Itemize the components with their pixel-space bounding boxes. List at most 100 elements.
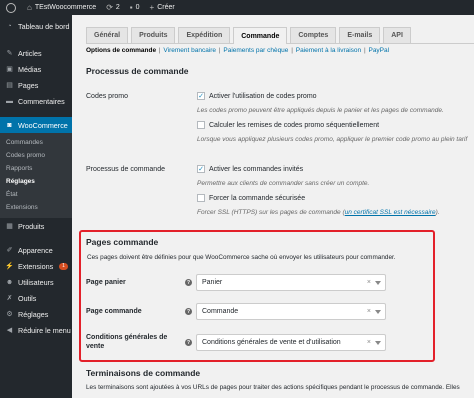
- new-content-link[interactable]: + Créer: [145, 3, 180, 12]
- submenu-item-etat[interactable]: État: [0, 188, 72, 201]
- help-icon[interactable]: ?: [185, 308, 192, 315]
- submenu-item-reglages[interactable]: Réglages: [0, 175, 72, 188]
- chevron-down-icon: [375, 309, 381, 314]
- secure-checkout-label: Forcer la commande sécurisée: [209, 194, 306, 202]
- sidebar-item-label: Commentaires: [18, 96, 65, 106]
- terms-page-value: Conditions générales de vente et d'utili…: [202, 339, 341, 346]
- checkout-page-value: Commande: [202, 308, 239, 315]
- updates-link[interactable]: ⟳ 2: [101, 3, 125, 12]
- sidebar-item-dashboard[interactable]: ◔ Tableau de bord: [0, 15, 72, 37]
- comments-icon: ▬: [6, 97, 13, 105]
- chevron-down-icon: [375, 340, 381, 345]
- clear-icon[interactable]: ×: [367, 279, 371, 286]
- sidebar-item-woocommerce[interactable]: ◙ WooCommerce: [0, 117, 72, 133]
- guest-checkout-checkbox[interactable]: ✓: [197, 165, 205, 173]
- checkout-process-label: Processus de commande: [86, 166, 165, 173]
- tab-api[interactable]: API: [383, 27, 411, 43]
- pin-icon: ✎: [6, 50, 13, 57]
- home-icon: ⌂: [27, 3, 32, 12]
- terms-page-label: Conditions générales de vente: [86, 333, 167, 351]
- sidebar-item-produits[interactable]: ▦ Produits: [0, 218, 72, 234]
- secure-checkout-checkbox[interactable]: [197, 194, 205, 202]
- sidebar-item-label: Apparence: [18, 245, 53, 255]
- collapse-icon: ◀: [6, 327, 13, 334]
- guest-checkout-option: ✓ Activer les commandes invités: [197, 165, 303, 173]
- brush-icon: ✐: [6, 247, 13, 254]
- ssl-certificate-link[interactable]: un certificat SSL est nécessaire: [345, 209, 436, 216]
- updates-count: 2: [115, 4, 120, 11]
- sidebar-item-utilisateurs[interactable]: ☻ Utilisateurs: [0, 274, 72, 290]
- promo-enable-option: ✓ Activer l'utilisation de codes promo: [197, 92, 317, 100]
- tab-commande[interactable]: Commande: [233, 27, 288, 44]
- sidebar-item-extensions[interactable]: ⚡ Extensions 1: [0, 258, 72, 274]
- subnav-link-paypal[interactable]: PayPal: [368, 47, 389, 54]
- cart-page-label: Page panier: [86, 279, 126, 286]
- dashboard-icon: ◔: [7, 22, 12, 30]
- pages-description: Ces pages doivent être définies pour que…: [87, 254, 396, 261]
- help-icon[interactable]: ?: [185, 279, 192, 286]
- sidebar-item-outils[interactable]: ✗ Outils: [0, 290, 72, 306]
- guest-checkout-label: Activer les commandes invités: [209, 165, 304, 173]
- site-name-link[interactable]: ⌂ TEstWoocommerce: [22, 3, 101, 12]
- clear-icon[interactable]: ×: [367, 308, 371, 315]
- secure-desc-end: ).: [435, 209, 440, 216]
- sidebar-item-label: Réglages: [18, 309, 49, 319]
- tab-produits[interactable]: Produits: [131, 27, 176, 43]
- tab-emails[interactable]: E-mails: [339, 27, 381, 43]
- update-badge: 1: [59, 262, 68, 270]
- sidebar-item-medias[interactable]: ▣ Médias: [0, 61, 72, 77]
- promo-enable-checkbox[interactable]: ✓: [197, 92, 205, 100]
- sidebar-item-reglages[interactable]: ⚙ Réglages: [0, 306, 72, 322]
- submenu-item-commandes[interactable]: Commandes: [0, 136, 72, 149]
- clear-icon[interactable]: ×: [367, 339, 371, 346]
- tab-expedition[interactable]: Expédition: [178, 27, 231, 43]
- sidebar-item-apparence[interactable]: ✐ Apparence: [0, 242, 72, 258]
- promo-seq-description: Lorsque vous appliquez plusieurs codes p…: [197, 136, 468, 143]
- terms-label-line-1: Conditions générales de: [86, 334, 168, 341]
- site-name: TEstWoocommerce: [34, 4, 97, 11]
- admin-sidebar: ◔ Tableau de bord ✎ Articles ▣ Médias ▤ …: [0, 15, 72, 398]
- sidebar-item-label: Produits: [18, 221, 45, 231]
- tab-comptes[interactable]: Comptes: [290, 27, 337, 43]
- sidebar-item-comments[interactable]: ▬ Commentaires: [0, 93, 72, 109]
- secure-checkout-description: Forcer SSL (HTTPS) sur les pages de comm…: [197, 209, 440, 216]
- comments-link[interactable]: ▪ 0: [125, 3, 145, 12]
- sidebar-item-label: Outils: [18, 293, 37, 303]
- collapse-menu-button[interactable]: ◀ Réduire le menu: [0, 322, 72, 338]
- submenu-item-extensions[interactable]: Extensions: [0, 201, 72, 214]
- cart-page-select[interactable]: Panier ×: [196, 274, 386, 291]
- tab-general[interactable]: Général: [86, 27, 129, 43]
- promo-seq-label: Calculer les remises de codes promo séqu…: [209, 121, 380, 129]
- wordpress-logo-icon[interactable]: [0, 0, 22, 15]
- submenu-item-rapports[interactable]: Rapports: [0, 162, 72, 175]
- subnav-current: Options de commande: [86, 47, 157, 54]
- new-label: Créer: [157, 4, 175, 11]
- subnav-link-cheque[interactable]: Paiements par chèque: [223, 47, 288, 54]
- subnav-link-cod[interactable]: Paiement à la livraison: [296, 47, 361, 54]
- plus-icon: +: [149, 3, 155, 12]
- promo-seq-option: Calculer les remises de codes promo séqu…: [197, 121, 379, 129]
- section-title-endpoints: Terminaisons de commande: [86, 368, 201, 378]
- settings-tabs: Général Produits Expédition Commande Com…: [86, 27, 474, 44]
- promo-seq-checkbox[interactable]: [197, 121, 205, 129]
- comment-icon: ▪: [129, 3, 133, 12]
- checkout-page-select[interactable]: Commande ×: [196, 303, 386, 320]
- sidebar-item-label: Articles: [18, 48, 42, 58]
- sidebar-item-label: Pages: [18, 80, 39, 90]
- chevron-down-icon: [375, 280, 381, 285]
- sidebar-item-label: Réduire le menu: [18, 325, 71, 335]
- section-title-process: Processus de commande: [86, 66, 189, 76]
- sidebar-item-pages[interactable]: ▤ Pages: [0, 77, 72, 93]
- sidebar-item-label: Médias: [18, 64, 42, 74]
- checkout-subnav: Options de commande | Virement bancaire …: [86, 47, 390, 54]
- sidebar-item-articles[interactable]: ✎ Articles: [0, 45, 72, 61]
- subnav-link-bacs[interactable]: Virement bancaire: [163, 47, 216, 54]
- secure-desc-text: Forcer SSL (HTTPS) sur les pages de comm…: [197, 209, 345, 216]
- terms-page-select[interactable]: Conditions générales de vente et d'utili…: [196, 334, 386, 351]
- tools-icon: ✗: [6, 295, 13, 302]
- cart-page-value: Panier: [202, 279, 223, 286]
- sidebar-item-label: Utilisateurs: [18, 277, 54, 287]
- help-icon[interactable]: ?: [185, 339, 192, 346]
- woocommerce-submenu: Commandes Codes promo Rapports Réglages …: [0, 133, 72, 218]
- submenu-item-codes-promo[interactable]: Codes promo: [0, 149, 72, 162]
